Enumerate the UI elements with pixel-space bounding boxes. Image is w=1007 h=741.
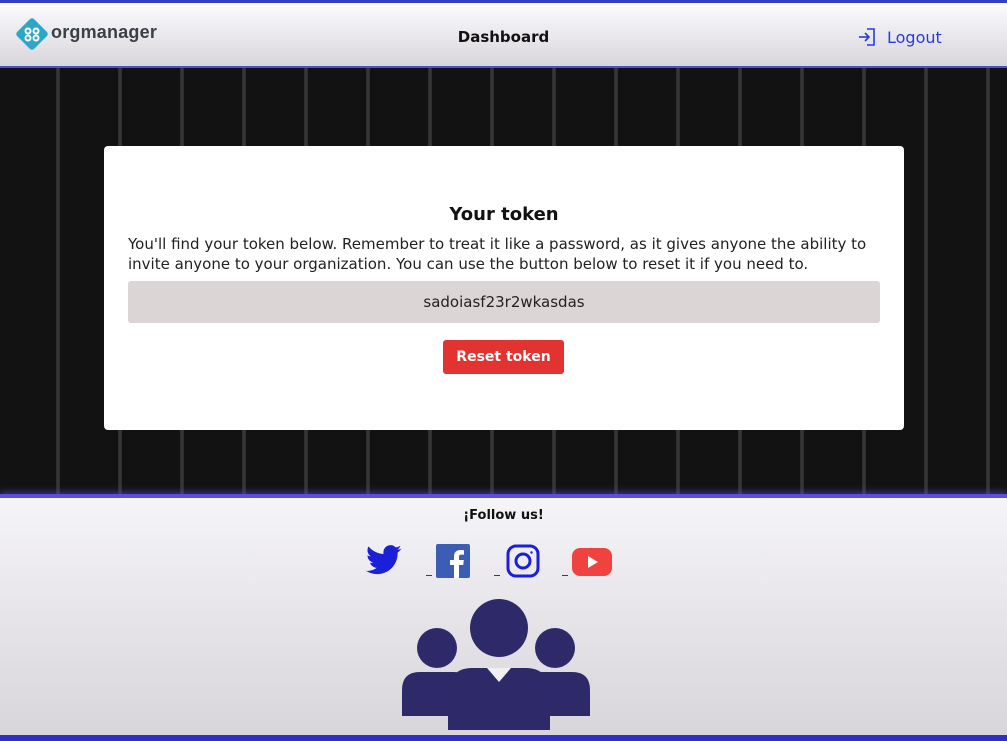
reset-token-button[interactable]: Reset token [443, 340, 564, 374]
main-content: Your token You'll find your token below.… [0, 68, 1007, 494]
youtube-icon [572, 548, 612, 576]
facebook-icon [436, 544, 470, 578]
sign-in-arrow-icon [859, 28, 875, 46]
link-underline [562, 575, 568, 576]
team-people-icon [402, 599, 590, 730]
twitter-icon [366, 545, 402, 575]
page-title: Dashboard [457, 28, 550, 46]
token-card: Your token You'll find your token below.… [104, 146, 904, 430]
logout-label: Logout [887, 27, 942, 47]
link-underline [426, 575, 432, 576]
twitter-link[interactable] [366, 544, 402, 580]
follow-us-heading: ¡Follow us! [463, 508, 544, 523]
facebook-link[interactable] [436, 544, 470, 582]
top-navbar: orgmanager Dashboard Logout [0, 0, 1007, 68]
instagram-icon [506, 544, 540, 578]
token-value[interactable]: sadoiasf23r2wkasdas [128, 281, 880, 323]
link-underline [494, 575, 500, 576]
bottom-bar [0, 735, 1007, 741]
footer: ¡Follow us! [0, 494, 1007, 741]
logout-button[interactable]: Logout [857, 27, 942, 47]
youtube-link[interactable] [572, 548, 612, 580]
card-description: You'll find your token below. Remember t… [128, 235, 867, 273]
instagram-link[interactable] [506, 544, 540, 582]
card-title: Your token [449, 204, 559, 225]
